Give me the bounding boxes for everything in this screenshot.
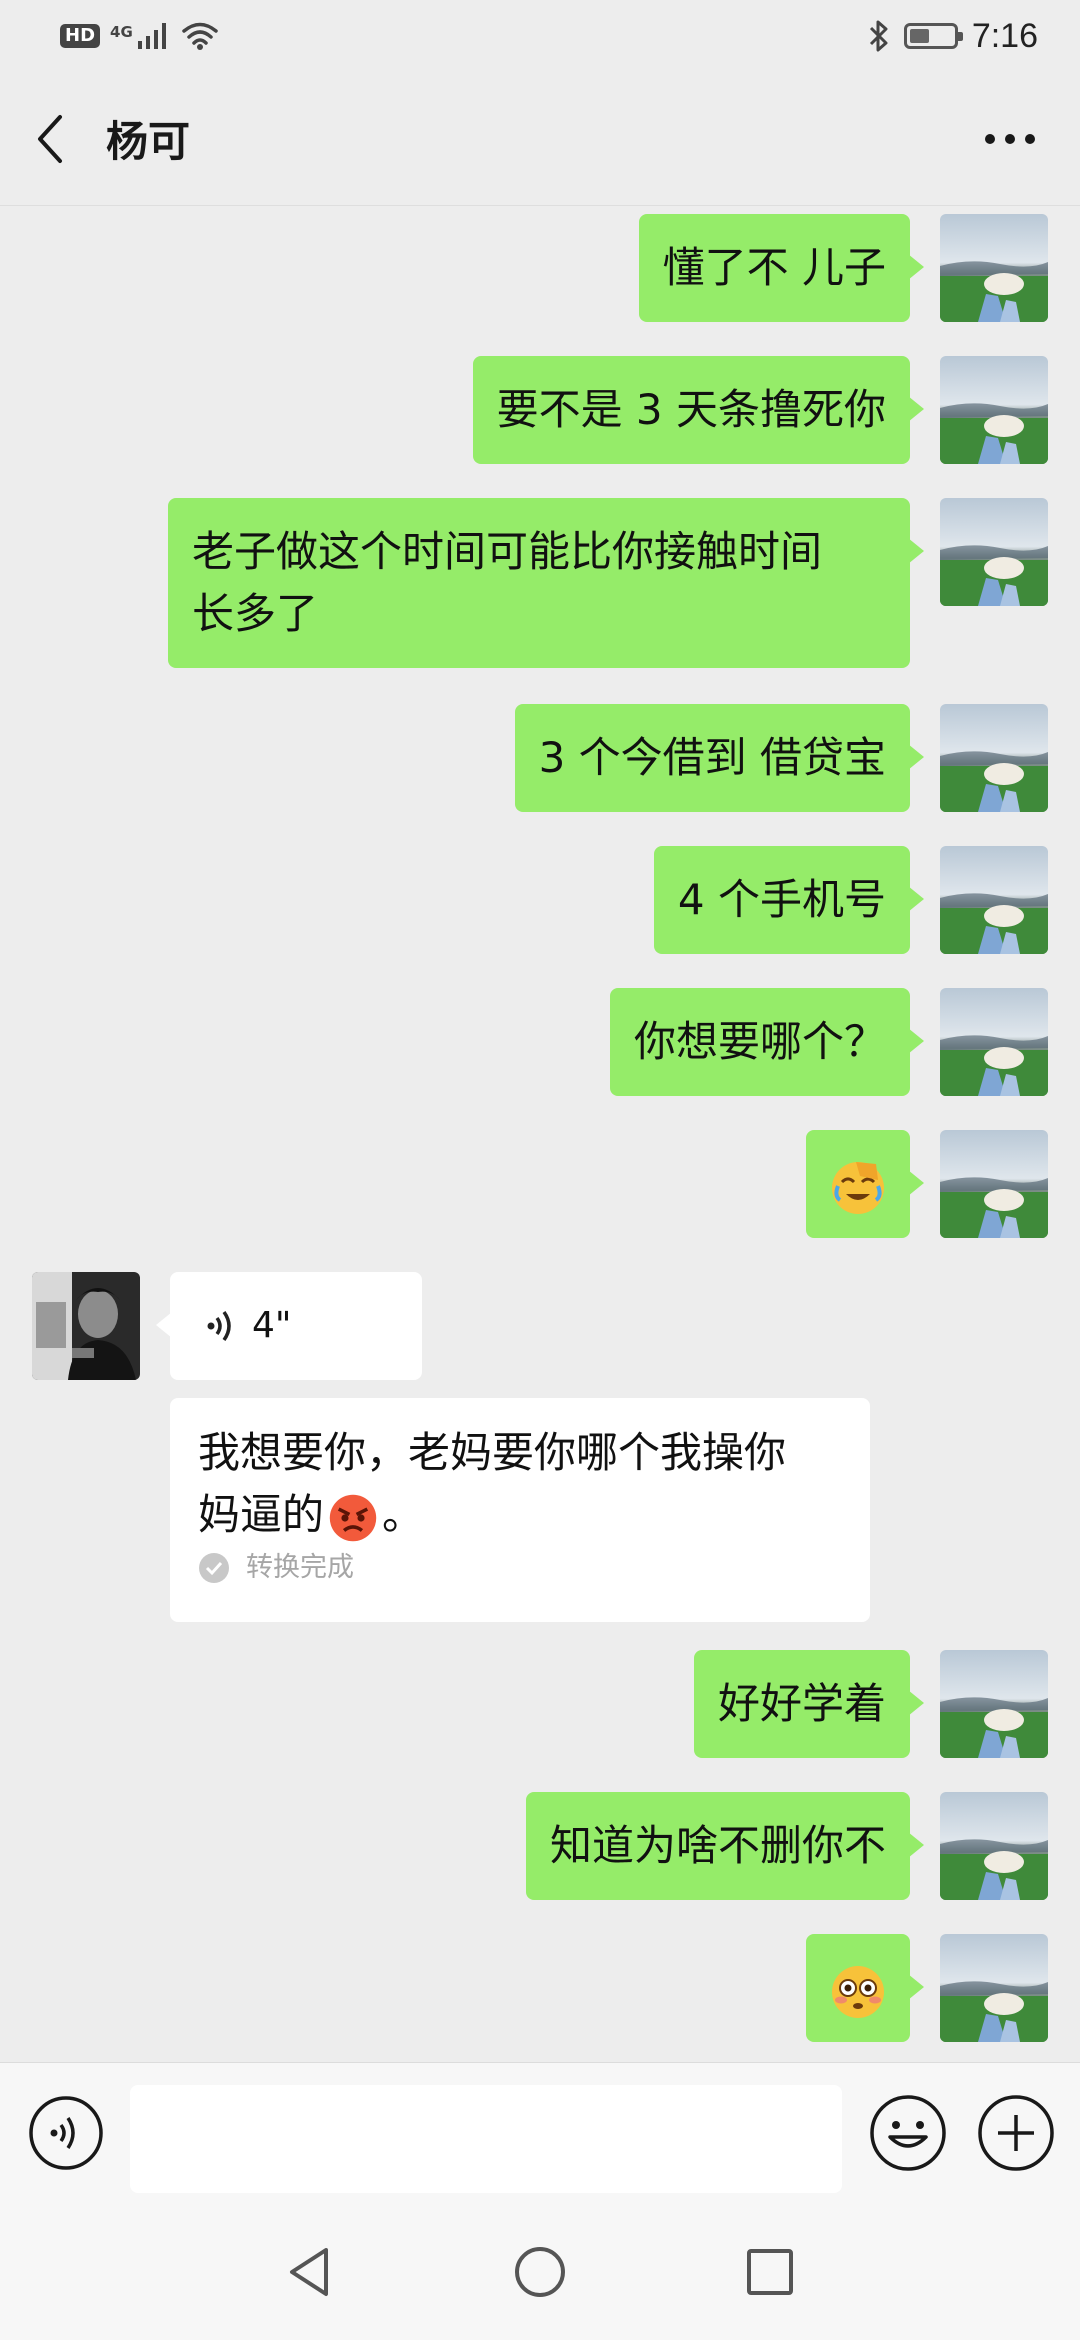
message-bubble-out[interactable]: 老子做这个时间可能比你接触时间 长多了 xyxy=(168,498,924,668)
wifi-icon xyxy=(182,22,218,50)
message-text: 3 个今借到 借贷宝 xyxy=(538,733,886,782)
voice-wave-icon xyxy=(207,1310,231,1342)
message-bubble-out[interactable] xyxy=(806,1130,924,1238)
message-bubble-out[interactable]: 3 个今借到 借贷宝 xyxy=(514,704,925,812)
more-icon xyxy=(985,134,1035,144)
status-left: HD 4G xyxy=(60,21,219,51)
message-bubble-out[interactable]: 懂了不 儿子 xyxy=(638,214,925,322)
message-bubble-out[interactable]: 你想要哪个？ xyxy=(609,988,925,1096)
message-text: 要不是 3 天条撸死你 xyxy=(496,385,886,434)
self-avatar[interactable] xyxy=(940,214,1048,322)
voice-message-bubble[interactable]: 4" xyxy=(156,1272,422,1380)
self-avatar[interactable] xyxy=(940,988,1048,1096)
emoji-button[interactable] xyxy=(868,2093,948,2173)
status-bar: HD 4G 7:16 xyxy=(0,0,1080,72)
system-nav-bar xyxy=(0,2202,1080,2340)
message-list[interactable]: 懂了不 儿子 要不是 3 天条撸死你 老子做这个时间可能比你接触时间 长多了 3… xyxy=(0,206,1080,2062)
message-text-line: 长多了 xyxy=(192,589,319,638)
check-circle-icon xyxy=(199,1553,229,1583)
voice-input-button[interactable] xyxy=(28,2095,104,2171)
status-right: 7:16 xyxy=(868,17,1038,56)
message-text: 知道为啥不删你不 xyxy=(549,1821,886,1870)
nav-back-icon[interactable] xyxy=(280,2242,340,2302)
message-text-line: 老子做这个时间可能比你接触时间 xyxy=(192,527,823,576)
battery-fill xyxy=(909,29,929,43)
message-text: 好好学着 xyxy=(717,1679,886,1728)
message-bubble-out[interactable]: 好好学着 xyxy=(693,1650,925,1758)
hd-badge: HD xyxy=(60,24,101,48)
more-functions-button[interactable] xyxy=(976,2093,1056,2173)
self-avatar[interactable] xyxy=(940,1650,1048,1758)
flushed-face-icon xyxy=(832,1965,884,2018)
face-palm-crying-icon xyxy=(832,1161,884,1214)
nav-recents-icon[interactable] xyxy=(740,2242,800,2302)
message-bubble-out[interactable]: 4 个手机号 xyxy=(653,846,925,954)
battery-icon xyxy=(903,23,963,49)
message-input[interactable] xyxy=(130,2085,842,2193)
back-button[interactable] xyxy=(0,72,100,206)
transcript-line-2: 妈逼的 。 xyxy=(198,1484,842,1546)
bluetooth-icon xyxy=(869,20,888,52)
chevron-left-icon xyxy=(38,114,62,163)
self-avatar[interactable] xyxy=(940,498,1048,606)
input-bar xyxy=(0,2062,1080,2202)
nav-home-icon[interactable] xyxy=(510,2242,570,2302)
message-bubble-out[interactable] xyxy=(806,1934,924,2042)
voice-transcript[interactable]: 我想要你，老妈要你哪个我操你 妈逼的 。 转换完成 xyxy=(170,1398,870,1622)
chat-title: 杨可 xyxy=(106,117,191,166)
chat-header: 杨可 xyxy=(0,72,1080,206)
transcript-line: 我想要你，老妈要你哪个我操你 xyxy=(198,1428,787,1477)
message-text: 4 个手机号 xyxy=(677,875,886,924)
self-avatar[interactable] xyxy=(940,704,1048,812)
message-bubble-out[interactable]: 知道为啥不删你不 xyxy=(525,1792,925,1900)
transcript-end: 。 xyxy=(382,1490,425,1539)
contact-avatar[interactable] xyxy=(32,1272,140,1380)
transcript-text: 妈逼的 xyxy=(198,1490,325,1539)
status-text: 转换完成 xyxy=(246,1552,354,1583)
transcript-status: 转换完成 xyxy=(198,1550,842,1586)
message-text: 你想要哪个？ xyxy=(633,1017,886,1066)
signal-icon xyxy=(137,23,166,49)
self-avatar[interactable] xyxy=(940,356,1048,464)
clock: 7:16 xyxy=(971,16,1038,55)
self-avatar[interactable] xyxy=(940,1934,1048,2042)
message-bubble-out[interactable]: 要不是 3 天条撸死你 xyxy=(472,356,925,464)
angry-face-icon xyxy=(329,1494,377,1541)
message-text: 懂了不 儿子 xyxy=(662,243,886,292)
network-type: 4G xyxy=(110,23,133,41)
self-avatar[interactable] xyxy=(940,1792,1048,1900)
self-avatar[interactable] xyxy=(940,1130,1048,1238)
voice-duration: 4" xyxy=(252,1305,292,1346)
self-avatar[interactable] xyxy=(940,846,1048,954)
more-button[interactable] xyxy=(960,72,1060,206)
